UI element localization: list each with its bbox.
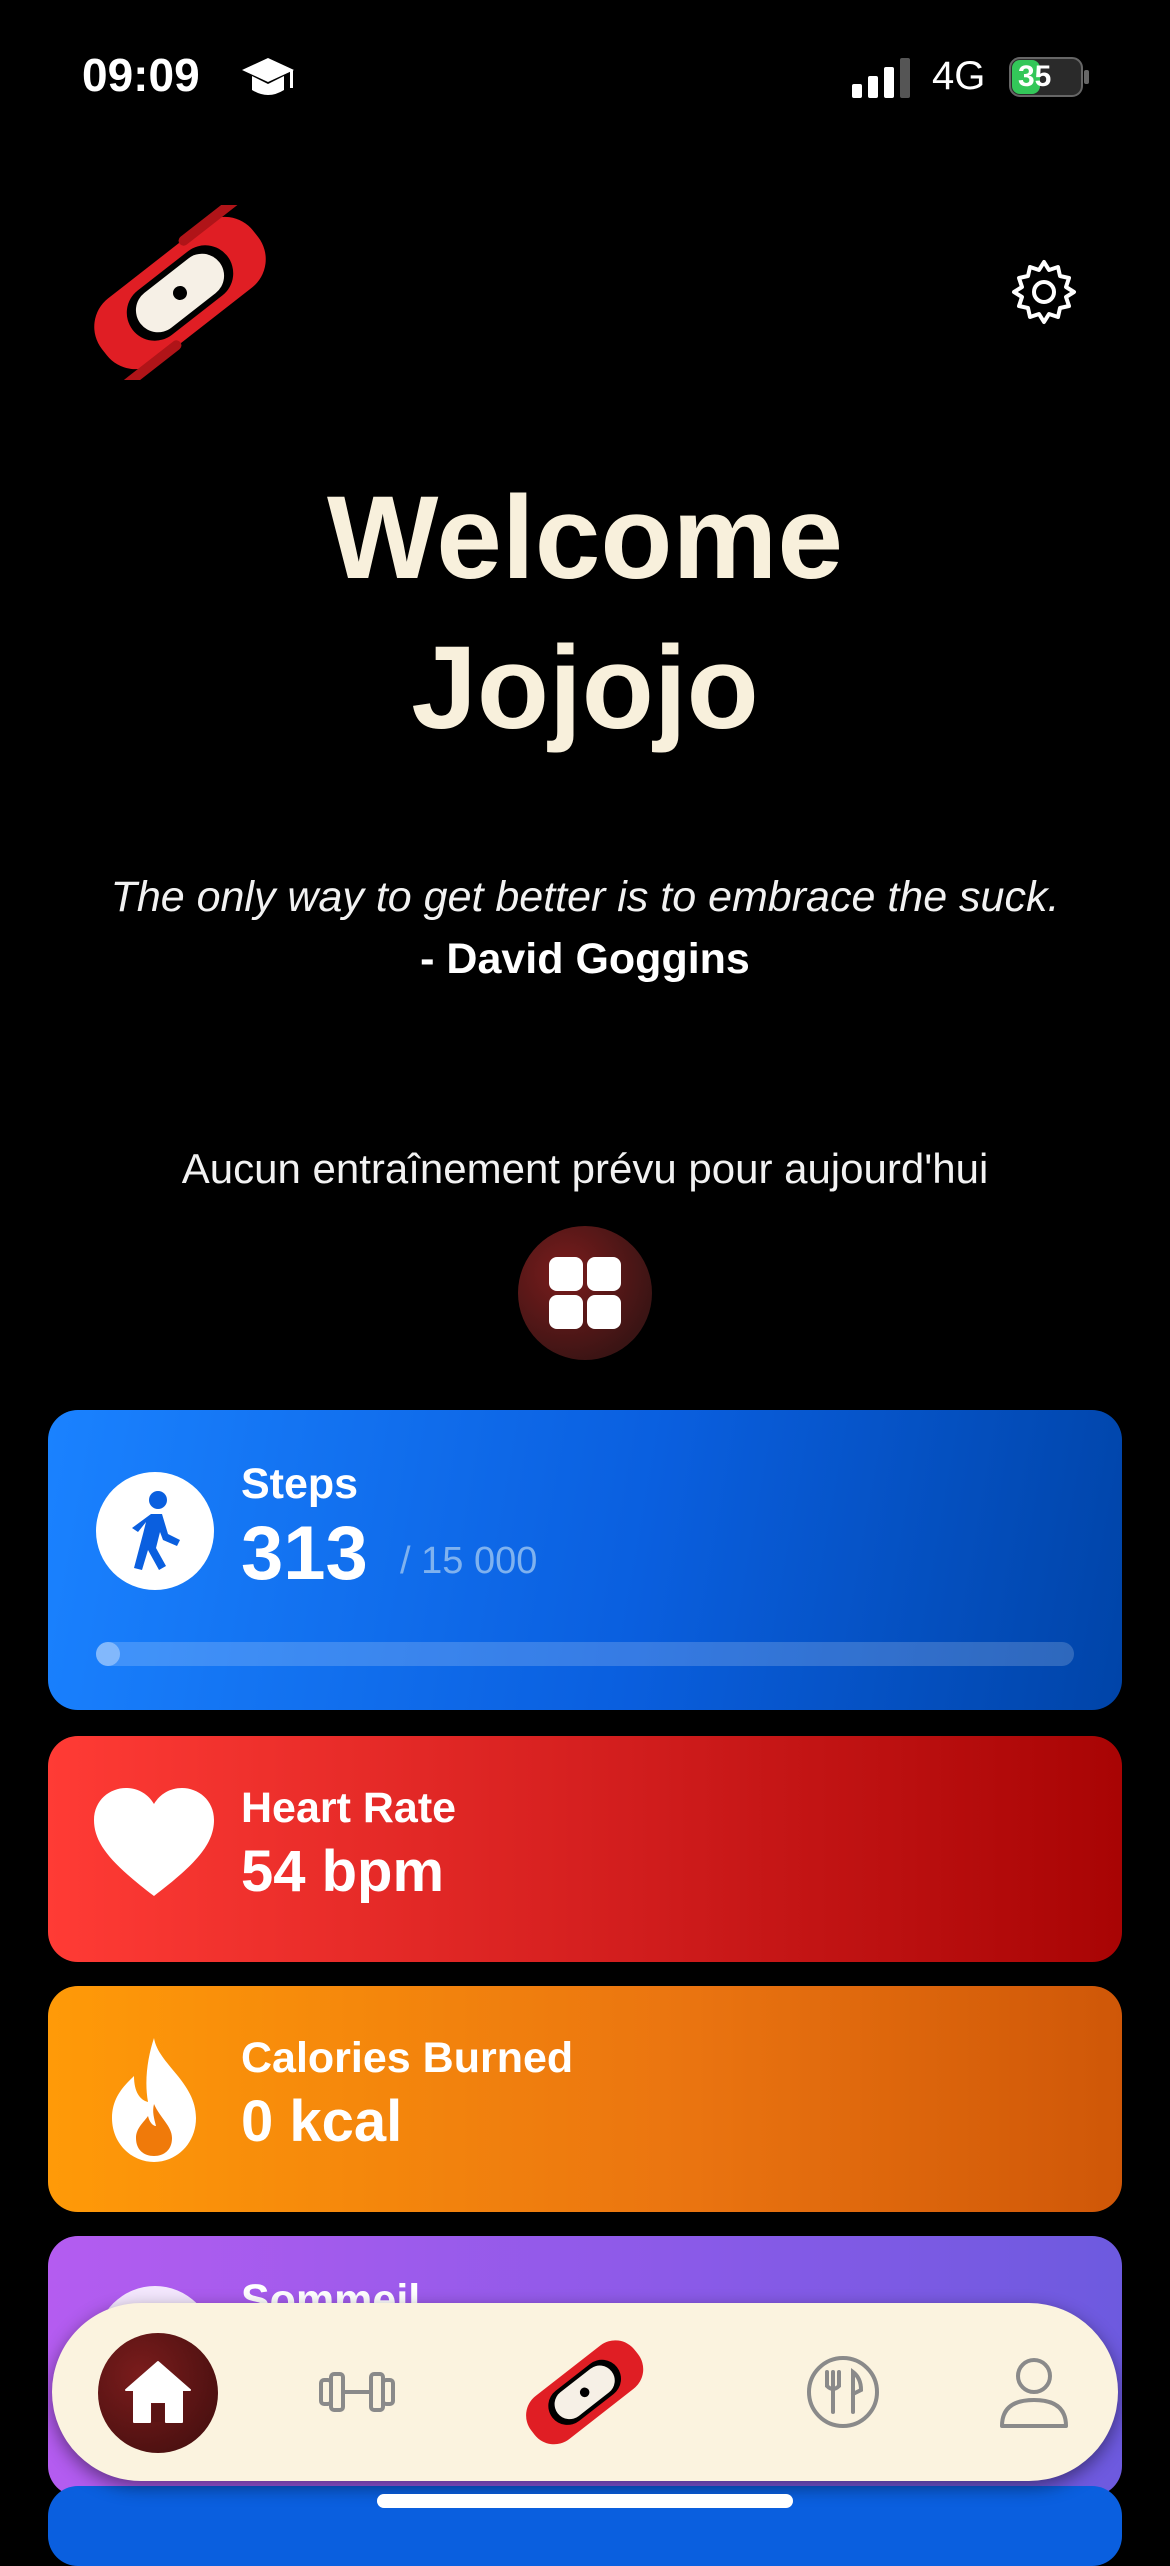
tab-workouts[interactable] (282, 2303, 432, 2481)
network-type: 4G (932, 54, 986, 98)
gear-icon[interactable] (1010, 258, 1078, 326)
calories-card[interactable]: Calories Burned 0 kcal (48, 1986, 1122, 2212)
quote-text: The only way to get better is to embrace… (110, 873, 1060, 921)
signal-icon (852, 58, 910, 98)
workout-status: Aucun entraînement prévu pour aujourd'hu… (181, 1145, 989, 1192)
flame-icon (112, 2038, 196, 2162)
steps-title: Steps (241, 1460, 359, 1508)
steps-card[interactable]: Steps 313 / 15 000 (48, 1410, 1122, 1710)
tab-home[interactable] (83, 2303, 233, 2481)
workouts-grid-button[interactable] (518, 1226, 652, 1360)
steps-value: 313 (241, 1511, 368, 1596)
fork-knife-icon (807, 2356, 879, 2428)
battery-icon: 35 (1008, 56, 1090, 98)
walking-icon (96, 1472, 214, 1590)
steps-progress-fill (96, 1642, 120, 1666)
dumbbell-icon (319, 2372, 395, 2412)
home-icon (125, 2361, 191, 2423)
calories-value: 0 kcal (241, 2089, 403, 2154)
tab-profile[interactable] (959, 2303, 1109, 2481)
battery-level: 35 (1018, 60, 1052, 93)
user-name: Jojojo (411, 622, 759, 754)
status-time: 09:09 (82, 49, 200, 101)
app-logo (94, 205, 266, 380)
steps-progress-bar (96, 1642, 1074, 1666)
heart-rate-card[interactable]: Heart Rate 54 bpm (48, 1736, 1122, 1962)
heart-icon (94, 1788, 214, 1896)
steps-goal: / 15 000 (400, 1540, 538, 1582)
tab-nutrition[interactable] (768, 2303, 918, 2481)
calories-title: Calories Burned (241, 2034, 574, 2082)
heart-rate-value: 54 bpm (241, 1839, 445, 1904)
quote-author: - David Goggins (420, 935, 750, 983)
profile-icon (1000, 2358, 1068, 2428)
tab-center[interactable] (510, 2303, 660, 2481)
graduation-cap-icon (242, 58, 294, 95)
heart-rate-title: Heart Rate (241, 1784, 457, 1832)
tab-bar (52, 2303, 1118, 2481)
welcome-heading: Welcome (327, 472, 843, 604)
app-logo (526, 2340, 644, 2445)
home-indicator (377, 2494, 793, 2508)
